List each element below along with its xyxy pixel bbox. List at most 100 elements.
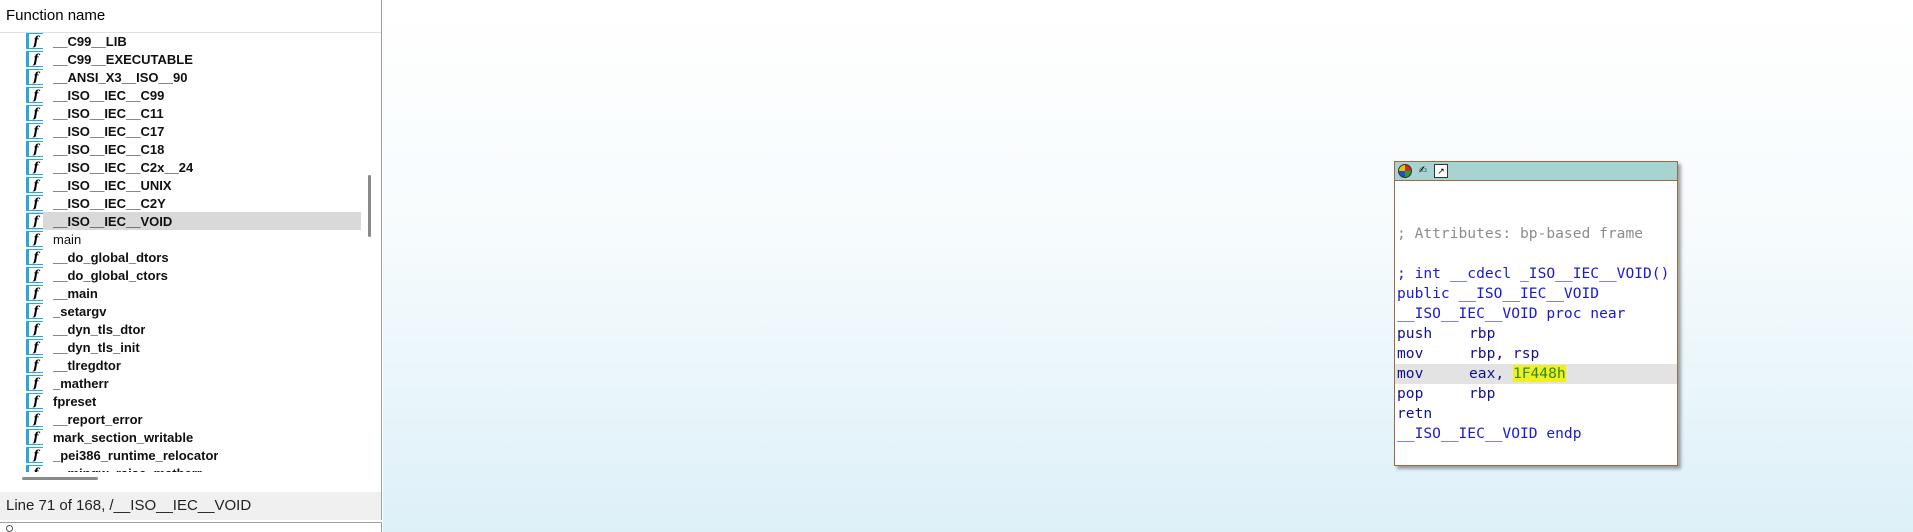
instruction-mnemonic: retn	[1397, 405, 1433, 422]
function-name: __mingw_raise_matherr	[53, 466, 202, 473]
function-icon: f	[26, 267, 43, 283]
declaration-line[interactable]: __ISO__IEC__VOID proc near	[1397, 304, 1675, 324]
function-icon: f	[26, 141, 43, 157]
function-name: __ISO__IEC__C17	[53, 123, 165, 139]
function-name: __do_global_dtors	[53, 249, 169, 265]
function-name: fpreset	[53, 393, 97, 409]
functions-list[interactable]: f __C99__LIB f __C99__EXECUTABLE f __ANSI_X3_…	[0, 32, 362, 472]
function-list-item[interactable]: f __ISO__IEC__C2Y	[26, 194, 361, 212]
function-list-item[interactable]: f __C99__LIB	[26, 32, 361, 50]
function-icon: f	[26, 429, 43, 445]
function-name: _pei386_runtime_relocator	[53, 447, 219, 463]
graph-overview-icon[interactable]: ↗	[1434, 164, 1448, 178]
function-name: _setargv	[53, 303, 107, 319]
function-name: __ISO__IEC__C18	[53, 141, 165, 157]
instruction-line[interactable]: pop rbp	[1397, 384, 1675, 404]
function-list-item[interactable]: f _pei386_runtime_relocator	[26, 446, 361, 464]
function-list-item[interactable]: f __main	[26, 284, 361, 302]
function-list-item[interactable]: f __ISO__IEC__VOID	[26, 212, 361, 230]
function-name: _matherr	[53, 375, 109, 391]
function-icon: f	[26, 69, 43, 85]
function-name: __ISO__IEC__UNIX	[53, 177, 172, 193]
declaration-line[interactable]: public __ISO__IEC__VOID	[1397, 284, 1675, 304]
function-name: __main	[53, 285, 98, 301]
functions-column-header[interactable]: Function name	[0, 0, 381, 33]
instruction-line[interactable]: push rbp	[1397, 324, 1675, 344]
declaration-line[interactable]: ; int __cdecl _ISO__IEC__VOID()	[1397, 264, 1675, 284]
function-name: __dyn_tls_dtor	[53, 321, 146, 337]
comment-line[interactable]: ; Attributes: bp-based frame	[1397, 224, 1675, 244]
function-icon: f	[26, 87, 43, 103]
instruction-mnemonic: mov	[1397, 365, 1424, 382]
disassembly-code[interactable]: ; Attributes: bp-based frame ; int __cdec…	[1395, 184, 1677, 444]
function-list-item[interactable]: f mark_section_writable	[26, 428, 361, 446]
bottom-panel-edge	[0, 522, 382, 532]
function-name: __ANSI_X3__ISO__90	[53, 69, 188, 85]
function-icon: f	[26, 321, 43, 337]
function-icon: f	[26, 231, 43, 247]
rename-icon[interactable]: ✍	[1416, 164, 1430, 178]
function-icon: f	[26, 159, 43, 175]
functions-horizontal-scrollbar[interactable]	[0, 474, 362, 484]
instruction-mnemonic: mov	[1397, 345, 1424, 362]
function-list-item[interactable]: f __ANSI_X3__ISO__90	[26, 68, 361, 86]
function-icon: f	[26, 357, 43, 373]
function-icon: f	[26, 213, 43, 229]
function-list-item[interactable]: f __ISO__IEC__C2x__24	[26, 158, 361, 176]
function-list-item[interactable]: f __dyn_tls_dtor	[26, 320, 361, 338]
function-list-item[interactable]: f __do_global_ctors	[26, 266, 361, 284]
functions-vertical-scrollbar[interactable]	[368, 175, 371, 237]
function-list-item[interactable]: f main	[26, 230, 361, 248]
function-list-item[interactable]: f __do_global_dtors	[26, 248, 361, 266]
graph-view[interactable]: ✍ ↗ ; Attributes: bp-based frame ; int __…	[383, 0, 1913, 532]
function-list-item[interactable]: f fpreset	[26, 392, 361, 410]
search-icon	[6, 525, 13, 532]
function-name: __ISO__IEC__C11	[53, 105, 164, 121]
color-picker-icon[interactable]	[1398, 164, 1412, 178]
function-icon: f	[26, 177, 43, 193]
function-list-item[interactable]: f __tlregdtor	[26, 356, 361, 374]
function-name: __do_global_ctors	[53, 267, 168, 283]
instruction-mnemonic: pop	[1397, 385, 1424, 402]
function-list-item[interactable]: f __dyn_tls_init	[26, 338, 361, 356]
horizontal-scroll-thumb[interactable]	[22, 477, 98, 480]
functions-status-bar: Line 71 of 168, /__ISO__IEC__VOID	[0, 492, 382, 520]
function-icon: f	[26, 33, 43, 49]
instruction-mnemonic: push	[1397, 325, 1433, 342]
function-list-item[interactable]: f __C99__EXECUTABLE	[26, 50, 361, 68]
function-name: __report_error	[53, 411, 143, 427]
instruction-operands: rbp, rsp	[1469, 345, 1540, 362]
function-list-item[interactable]: f __ISO__IEC__C99	[26, 86, 361, 104]
declaration-line[interactable]: __ISO__IEC__VOID endp	[1397, 424, 1675, 444]
function-name: __ISO__IEC__VOID	[53, 213, 173, 229]
instruction-line[interactable]: mov eax, 1F448h	[1395, 364, 1677, 384]
function-list-item[interactable]: f __mingw_raise_matherr	[26, 464, 361, 472]
function-list-item[interactable]: f _matherr	[26, 374, 361, 392]
function-name: __C99__EXECUTABLE	[53, 51, 193, 67]
function-list-item[interactable]: f __ISO__IEC__C11	[26, 104, 361, 122]
function-icon: f	[26, 411, 43, 427]
function-graph-node[interactable]: ✍ ↗ ; Attributes: bp-based frame ; int __…	[1394, 161, 1678, 466]
immediate-value-highlight[interactable]: 1F448h	[1512, 365, 1566, 382]
instruction-line[interactable]: mov rbp, rsp	[1397, 344, 1675, 364]
instruction-line[interactable]: retn	[1397, 404, 1675, 424]
function-icon: f	[26, 285, 43, 301]
function-list-item[interactable]: f _setargv	[26, 302, 361, 320]
instruction-operands: rbp	[1469, 325, 1496, 342]
function-name: mark_section_writable	[53, 429, 194, 445]
function-list-item[interactable]: f __ISO__IEC__C18	[26, 140, 361, 158]
function-icon: f	[26, 105, 43, 121]
function-list-item[interactable]: f __ISO__IEC__C17	[26, 122, 361, 140]
function-list-item[interactable]: f __ISO__IEC__UNIX	[26, 176, 361, 194]
function-name: __dyn_tls_init	[53, 339, 140, 355]
function-list-item[interactable]: f __report_error	[26, 410, 361, 428]
function-name: __C99__LIB	[53, 33, 127, 49]
function-icon: f	[26, 303, 43, 319]
function-icon: f	[26, 249, 43, 265]
instruction-operands: eax,	[1469, 365, 1513, 382]
function-icon: f	[26, 465, 43, 472]
node-titlebar[interactable]: ✍ ↗	[1395, 162, 1677, 181]
